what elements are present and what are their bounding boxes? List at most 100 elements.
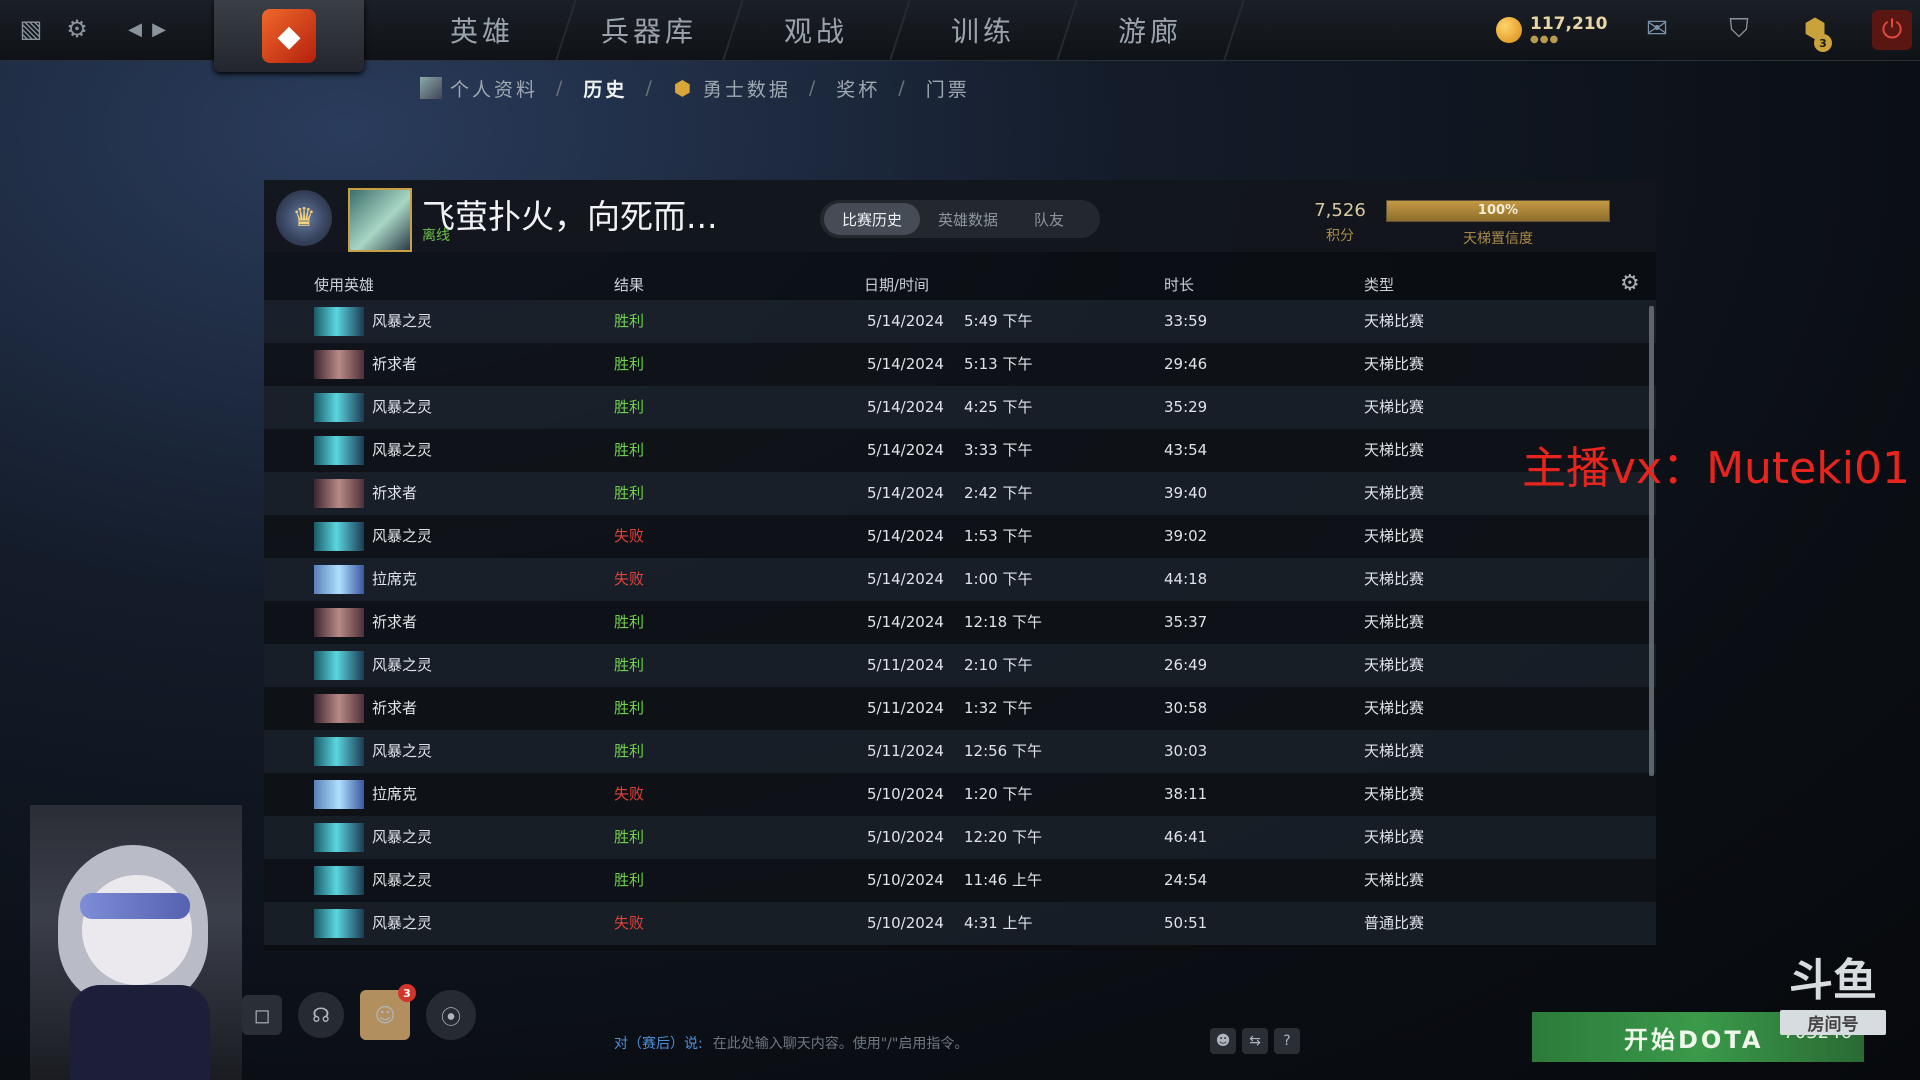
- dota-logo-button[interactable]: ◆: [214, 0, 364, 72]
- subnav-trophies[interactable]: 奖杯: [836, 75, 880, 102]
- player-name: 飞萤扑火，向死而...: [422, 197, 718, 236]
- col-datetime[interactable]: 日期/时间: [864, 274, 929, 295]
- match-result: 胜利: [614, 699, 645, 717]
- avatar[interactable]: [348, 188, 412, 252]
- match-duration: 35:29: [1164, 398, 1208, 416]
- separator: /: [556, 77, 566, 99]
- nav-heroes[interactable]: 英雄: [390, 0, 577, 60]
- forward-arrow-icon[interactable]: ▶: [142, 12, 176, 46]
- gold-dots: ●●●: [1530, 34, 1560, 45]
- col-hero[interactable]: 使用英雄: [314, 274, 374, 295]
- emoji-icon[interactable]: ☻: [1210, 1028, 1236, 1054]
- col-result[interactable]: 结果: [614, 274, 644, 295]
- friends-list-icon[interactable]: ⦿: [426, 990, 476, 1040]
- table-row[interactable]: 风暴之灵 胜利 5/14/2024 4:25 下午 35:29 天梯比赛: [264, 386, 1656, 429]
- subnav-tickets[interactable]: 门票: [926, 75, 970, 102]
- nav-armory[interactable]: 兵器库: [557, 0, 744, 60]
- match-type: 天梯比赛: [1364, 871, 1425, 889]
- profile-header: ♛ 飞萤扑火，向死而... 离线 比赛历史 英雄数据 队友 7,526 积分 1…: [264, 180, 1656, 252]
- match-duration: 50:51: [1164, 914, 1208, 932]
- match-type: 天梯比赛: [1364, 441, 1425, 459]
- chat-target[interactable]: 对（赛后）说:: [614, 1033, 703, 1053]
- col-type[interactable]: 类型: [1364, 274, 1394, 295]
- douyu-watermark: 斗鱼 房间号: [1780, 944, 1886, 1035]
- match-date: 5/14/2024: [867, 398, 944, 416]
- tab-hero-data[interactable]: 英雄数据: [920, 203, 1016, 235]
- match-type: 天梯比赛: [1364, 312, 1425, 330]
- nav-watch[interactable]: 观战: [724, 0, 911, 60]
- table-settings-gear-icon[interactable]: ⚙: [1620, 271, 1640, 296]
- table-row[interactable]: 风暴之灵 胜利 5/10/2024 11:46 上午 24:54 天梯比赛: [264, 859, 1656, 902]
- ladder-confidence: 100% 天梯置信度: [1386, 200, 1610, 248]
- hero-portrait-icon: [314, 780, 364, 809]
- help-icon[interactable]: ?: [1274, 1028, 1300, 1054]
- tab-match-history[interactable]: 比赛历史: [824, 203, 921, 235]
- subnav-hero-data[interactable]: 勇士数据: [703, 75, 791, 102]
- scrollbar[interactable]: [1649, 306, 1654, 776]
- match-type: 天梯比赛: [1364, 527, 1425, 545]
- table-row[interactable]: 风暴之灵 失败 5/10/2024 4:31 上午 50:51 普通比赛: [264, 902, 1656, 945]
- table-row[interactable]: 祈求者 胜利 5/14/2024 5:13 下午 29:46 天梯比赛: [264, 343, 1656, 386]
- dashboard-icon[interactable]: ▧: [14, 12, 48, 46]
- nav-arcade[interactable]: 游廊: [1058, 0, 1245, 60]
- nav-learn[interactable]: 训练: [891, 0, 1078, 60]
- match-type: 天梯比赛: [1364, 398, 1425, 416]
- friend-avatar[interactable]: ☺ 3: [360, 984, 416, 1040]
- match-date: 5/10/2024: [867, 871, 944, 889]
- match-result: 失败: [614, 914, 645, 932]
- inventory-icon[interactable]: ⛉: [1722, 12, 1756, 46]
- party-slot-icon[interactable]: ◻: [242, 995, 282, 1035]
- hero-name: 风暴之灵: [372, 656, 433, 674]
- table-row[interactable]: 风暴之灵 胜利 5/10/2024 12:20 下午 46:41 天梯比赛: [264, 816, 1656, 859]
- table-row[interactable]: 风暴之灵 胜利 5/11/2024 12:56 下午 30:03 天梯比赛: [264, 730, 1656, 773]
- hero-name: 祈求者: [372, 613, 418, 631]
- hero-name: 风暴之灵: [372, 398, 433, 416]
- match-result: 胜利: [614, 656, 645, 674]
- table-row[interactable]: 拉席克 失败 5/10/2024 1:20 下午 38:11 天梯比赛: [264, 773, 1656, 816]
- chat-channel-icon[interactable]: ⇆: [1242, 1028, 1268, 1054]
- table-row[interactable]: 祈求者 胜利 5/14/2024 12:18 下午 35:37 天梯比赛: [264, 601, 1656, 644]
- match-result: 胜利: [614, 613, 645, 631]
- voice-headset-icon[interactable]: ☊: [298, 992, 344, 1038]
- table-row[interactable]: 拉席克 失败 5/14/2024 1:00 下午 44:18 天梯比赛: [264, 558, 1656, 601]
- match-type: 天梯比赛: [1364, 699, 1425, 717]
- table-row[interactable]: 风暴之灵 胜利 5/11/2024 2:10 下午 26:49 天梯比赛: [264, 644, 1656, 687]
- rank-medal-icon: ♛: [276, 190, 332, 246]
- hero-name: 祈求者: [372, 699, 418, 717]
- match-time: 4:31 上午: [964, 914, 1033, 932]
- stream-overlay-text: 主播vx：Muteki01: [1522, 443, 1910, 494]
- match-type: 天梯比赛: [1364, 656, 1425, 674]
- tab-teammates[interactable]: 队友: [1016, 203, 1082, 235]
- chat-bar[interactable]: 对（赛后）说: 在此处输入聊天内容。使用"/"启用指令。 ☻ ⇆ ?: [614, 1028, 1300, 1058]
- match-result: 失败: [614, 570, 645, 588]
- subnav-history[interactable]: 历史: [583, 75, 627, 102]
- bottom-toolbar: ◻ ☊ ☺ 3 ⦿: [242, 984, 476, 1040]
- table-row[interactable]: 风暴之灵 胜利 5/14/2024 3:33 下午 43:54 天梯比赛: [264, 429, 1656, 472]
- match-time: 2:42 下午: [964, 484, 1033, 502]
- subnav-profile[interactable]: 个人资料: [450, 75, 538, 102]
- hero-portrait-icon: [314, 436, 364, 465]
- match-time: 1:00 下午: [964, 570, 1033, 588]
- table-row[interactable]: 祈求者 胜利 5/11/2024 1:32 下午 30:58 天梯比赛: [264, 687, 1656, 730]
- match-type: 普通比赛: [1364, 914, 1425, 932]
- table-row[interactable]: 祈求者 胜利 5/14/2024 2:42 下午 39:40 天梯比赛: [264, 472, 1656, 515]
- match-date: 5/14/2024: [867, 312, 944, 330]
- hero-name: 风暴之灵: [372, 914, 433, 932]
- match-type: 天梯比赛: [1364, 570, 1425, 588]
- power-icon[interactable]: ⏻: [1872, 10, 1912, 50]
- match-result: 胜利: [614, 871, 645, 889]
- chat-input[interactable]: 在此处输入聊天内容。使用"/"启用指令。: [713, 1033, 969, 1053]
- match-result: 胜利: [614, 828, 645, 846]
- settings-gear-icon[interactable]: ⚙: [60, 12, 94, 46]
- chat-bubble-icon[interactable]: ✉: [1640, 12, 1674, 46]
- table-row[interactable]: 风暴之灵 失败 5/14/2024 1:53 下午 39:02 天梯比赛: [264, 515, 1656, 558]
- hero-name: 拉席克: [372, 570, 418, 588]
- table-row[interactable]: 风暴之灵 胜利 5/14/2024 5:49 下午 33:59 天梯比赛: [264, 300, 1656, 343]
- match-duration: 30:58: [1164, 699, 1208, 717]
- gold-display[interactable]: 117,210 ●●●: [1496, 14, 1607, 45]
- match-type: 天梯比赛: [1364, 828, 1425, 846]
- col-duration[interactable]: 时长: [1164, 274, 1194, 295]
- match-time: 12:56 下午: [964, 742, 1042, 760]
- hero-name: 风暴之灵: [372, 742, 433, 760]
- gold-coin-icon: [1496, 16, 1522, 43]
